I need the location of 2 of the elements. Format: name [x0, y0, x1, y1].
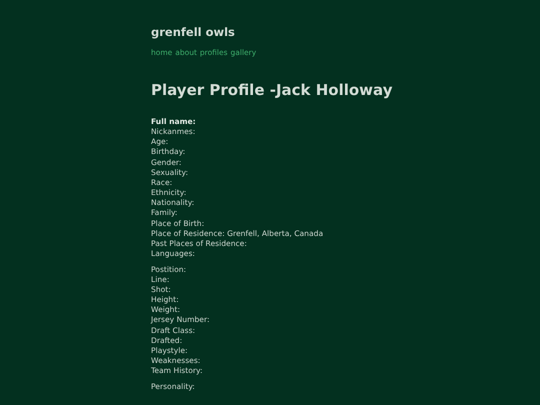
page-title: Player Profile -Jack Holloway [151, 80, 394, 100]
site-title: grenfell owls [151, 24, 236, 40]
